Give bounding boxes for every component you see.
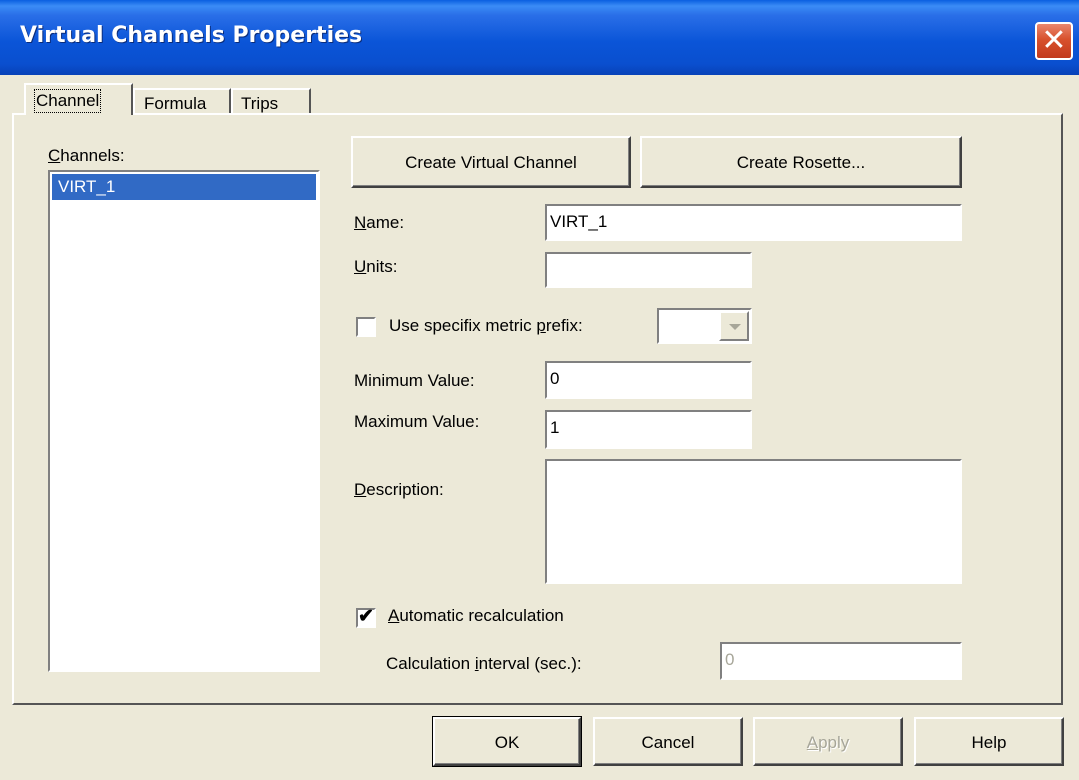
minimum-value-text: 0: [550, 369, 560, 388]
name-input[interactable]: VIRT_1: [545, 204, 962, 241]
minimum-value-label: Minimum Value:: [354, 371, 475, 390]
channels-label: Channels:: [48, 146, 125, 165]
auto-recalc-label: Automatic recalculation: [388, 606, 564, 625]
tab-channel-label: Channel: [33, 89, 102, 113]
calc-interval-input[interactable]: 0: [720, 642, 962, 680]
title-bar[interactable]: Virtual Channels Properties ✕: [0, 0, 1079, 75]
close-icon: ✕: [1041, 23, 1067, 58]
name-label: Name:: [354, 213, 405, 232]
ok-button[interactable]: OK: [432, 716, 582, 767]
metric-prefix-checkbox[interactable]: [356, 317, 376, 337]
channels-listbox[interactable]: VIRT_1: [48, 170, 320, 672]
name-input-value: VIRT_1: [550, 212, 608, 231]
tab-formula[interactable]: Formula: [133, 88, 231, 114]
auto-recalc-checkbox[interactable]: ✔: [356, 606, 376, 628]
tab-channel[interactable]: Channel: [24, 83, 133, 115]
tab-trips-label: Trips: [241, 94, 279, 113]
description-label: Description:: [354, 480, 444, 499]
cancel-button[interactable]: Cancel: [593, 717, 743, 766]
tab-trips[interactable]: Trips: [231, 88, 311, 114]
description-textarea[interactable]: [545, 459, 962, 584]
maximum-value-text: 1: [550, 418, 560, 437]
metric-prefix-select[interactable]: [657, 308, 752, 344]
list-item[interactable]: VIRT_1: [52, 174, 316, 200]
units-label: Units:: [354, 257, 398, 276]
maximum-value-input[interactable]: 1: [545, 410, 752, 449]
calc-interval-value: 0: [725, 650, 735, 669]
maximum-value-label: Maximum Value:: [354, 412, 480, 431]
close-button[interactable]: ✕: [1035, 22, 1073, 60]
window-title: Virtual Channels Properties: [20, 23, 363, 48]
list-item-label: VIRT_1: [58, 177, 116, 196]
help-button[interactable]: Help: [914, 717, 1064, 766]
checkmark-icon: ✔: [358, 606, 374, 627]
create-rosette-button[interactable]: Create Rosette...: [640, 136, 962, 188]
create-virtual-channel-button[interactable]: Create Virtual Channel: [351, 136, 631, 188]
chevron-down-icon: [729, 324, 741, 330]
dialog-window: Virtual Channels Properties ✕ Channel Fo…: [0, 0, 1079, 780]
apply-button[interactable]: Apply: [753, 717, 903, 766]
metric-prefix-label: Use specifix metric prefix:: [389, 316, 583, 335]
tab-formula-label: Formula: [144, 94, 207, 113]
dropdown-arrow-button[interactable]: [719, 311, 749, 341]
minimum-value-input[interactable]: 0: [545, 361, 752, 399]
calc-interval-label: Calculation interval (sec.):: [386, 654, 582, 673]
units-input[interactable]: [545, 252, 752, 288]
